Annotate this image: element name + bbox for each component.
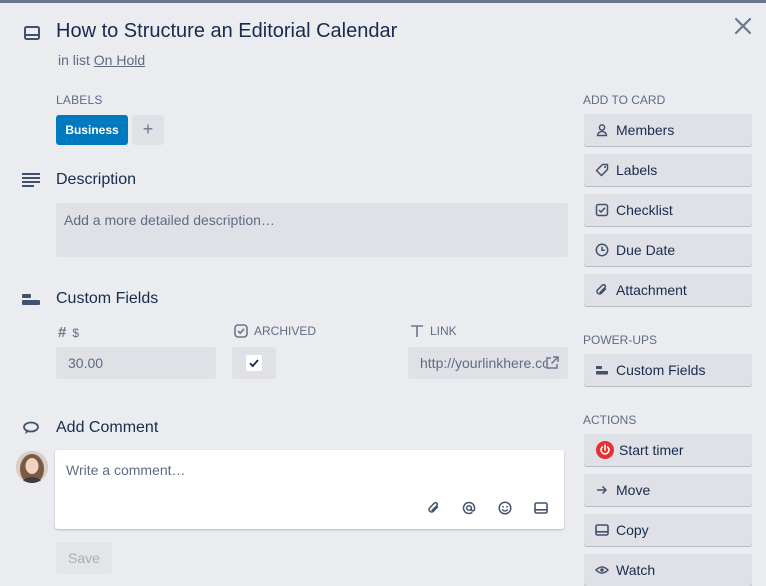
move-label: Move — [616, 482, 651, 498]
move-button[interactable]: Move — [584, 474, 752, 506]
checklist-icon — [595, 203, 609, 217]
emoji-icon[interactable] — [498, 501, 512, 515]
eye-icon — [595, 563, 609, 577]
checkbox-icon — [234, 324, 248, 338]
members-label: Members — [616, 122, 675, 138]
label-business[interactable]: Business — [56, 115, 128, 145]
number-icon: # — [58, 324, 67, 341]
check-icon — [249, 359, 259, 368]
watch-button[interactable]: Watch — [584, 554, 752, 586]
attachment-label: Attachment — [616, 282, 687, 298]
labels-heading: LABELS — [56, 93, 103, 107]
copy-button[interactable]: Copy — [584, 514, 752, 546]
field-link-label: LINK — [410, 324, 457, 338]
start-timer-button[interactable]: Start timer — [584, 434, 752, 466]
text-icon — [410, 324, 424, 338]
save-button[interactable]: Save — [56, 542, 112, 574]
custom-fields-button[interactable]: Custom Fields — [584, 354, 752, 386]
add-label-button[interactable]: + — [132, 115, 164, 145]
external-link-icon[interactable] — [545, 356, 559, 370]
comment-placeholder: Write a comment… — [66, 462, 186, 478]
description-placeholder: Add a more detailed description… — [64, 212, 275, 228]
card-title[interactable]: How to Structure an Editorial Calendar — [56, 20, 397, 43]
avatar[interactable] — [16, 451, 48, 483]
power-ups-heading: POWER-UPS — [583, 333, 658, 347]
mention-icon[interactable] — [462, 501, 476, 515]
tag-icon — [595, 163, 609, 177]
field-dollar-label: # $ — [58, 324, 79, 341]
add-to-card-heading: ADD TO CARD — [583, 93, 666, 107]
comment-input[interactable]: Write a comment… — [55, 450, 564, 529]
field-link-input[interactable]: http://yourlinkhere.com — [408, 347, 568, 379]
card-icon[interactable] — [534, 501, 548, 515]
field-dollar-input[interactable]: 30.00 — [56, 347, 216, 379]
description-icon — [22, 172, 40, 188]
field-archived-checkbox[interactable] — [232, 347, 276, 379]
checklist-label: Checklist — [616, 202, 673, 218]
custom-fields-icon — [595, 363, 609, 377]
clock-icon — [595, 243, 609, 257]
list-breadcrumb: in list On Hold — [58, 52, 145, 68]
card-icon — [595, 523, 609, 537]
description-heading: Description — [56, 171, 137, 188]
card-icon — [24, 26, 40, 40]
field-link-name: LINK — [430, 324, 457, 338]
paperclip-icon — [595, 283, 609, 297]
due-date-button[interactable]: Due Date — [584, 234, 752, 266]
labels-label: Labels — [616, 162, 658, 178]
custom-fields-icon — [22, 292, 40, 308]
arrow-right-icon — [595, 483, 609, 497]
custom-fields-label: Custom Fields — [616, 362, 706, 378]
due-date-label: Due Date — [616, 242, 676, 258]
close-icon[interactable] — [733, 16, 753, 36]
field-link-value: http://yourlinkhere.com — [420, 355, 546, 371]
custom-fields-heading: Custom Fields — [56, 290, 159, 307]
top-border — [0, 0, 766, 3]
labels-button[interactable]: Labels — [584, 154, 752, 186]
members-button[interactable]: Members — [584, 114, 752, 146]
start-timer-label: Start timer — [619, 442, 684, 458]
add-comment-heading: Add Comment — [56, 419, 159, 436]
in-list-prefix: in list — [58, 52, 90, 68]
comment-icon — [22, 420, 40, 436]
field-archived-name: ARCHIVED — [254, 324, 317, 338]
attachment-button[interactable]: Attachment — [584, 274, 752, 306]
field-dollar-name: $ — [72, 325, 80, 340]
actions-heading: ACTIONS — [583, 413, 637, 427]
power-icon — [596, 441, 614, 459]
person-icon — [595, 123, 609, 137]
attachment-icon[interactable] — [427, 501, 441, 515]
list-name-link[interactable]: On Hold — [94, 52, 145, 68]
description-input[interactable]: Add a more detailed description… — [56, 203, 568, 257]
field-archived-label: ARCHIVED — [234, 324, 316, 338]
checkbox-box[interactable] — [246, 355, 262, 371]
copy-label: Copy — [616, 522, 649, 538]
watch-label: Watch — [616, 562, 656, 578]
checklist-button[interactable]: Checklist — [584, 194, 752, 226]
